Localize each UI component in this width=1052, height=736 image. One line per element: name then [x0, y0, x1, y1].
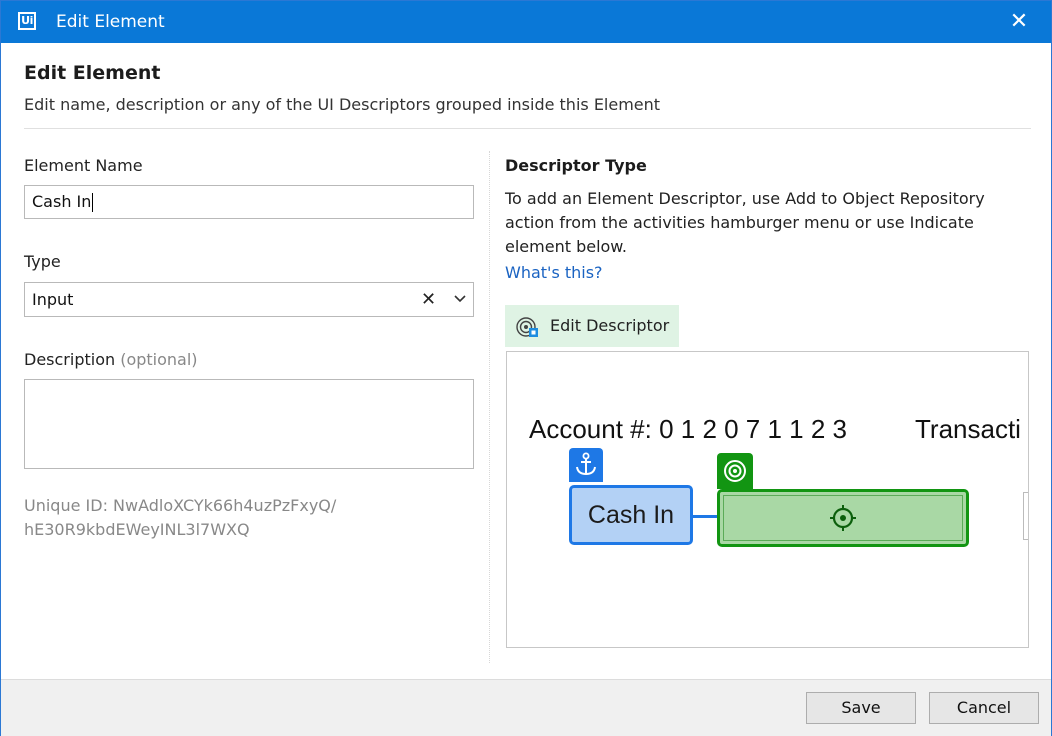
preview-edge-fragment [1023, 492, 1028, 540]
element-name-label: Element Name [24, 156, 143, 175]
column-divider [489, 151, 491, 663]
element-name-input[interactable]: Cash In [24, 185, 474, 219]
descriptor-type-title: Descriptor Type [505, 156, 647, 175]
anchor-element-box[interactable]: Cash In [569, 485, 693, 545]
anchor-connector [693, 515, 717, 518]
preview-background-text-right: Transacti [915, 414, 1021, 444]
uipath-logo-icon: Ui [18, 12, 36, 30]
edit-descriptor-label: Edit Descriptor [550, 316, 670, 335]
page-title: Edit Element [24, 62, 161, 84]
type-selected-value: Input [32, 290, 74, 309]
description-label-text: Description [24, 350, 116, 369]
descriptor-preview: Account #: 0 1 2 0 7 1 1 2 3 Transacti C… [506, 351, 1029, 648]
save-button[interactable]: Save [806, 692, 916, 724]
target-element-box[interactable] [717, 489, 969, 547]
whats-this-link[interactable]: What's this? [505, 263, 603, 282]
anchor-element-label: Cash In [587, 501, 675, 529]
description-optional-hint: (optional) [120, 350, 198, 369]
preview-background-text-left: Account #: 0 1 2 0 7 1 1 2 3 [529, 414, 848, 444]
page-subtitle: Edit name, description or any of the UI … [24, 95, 661, 114]
header-divider [24, 128, 1031, 129]
clear-icon[interactable]: ✕ [421, 283, 436, 316]
crosshair-icon [830, 505, 856, 531]
cancel-button[interactable]: Cancel [929, 692, 1039, 724]
window-title: Edit Element [56, 12, 165, 32]
dialog-footer: Save Cancel [1, 679, 1051, 736]
target-icon [724, 460, 746, 482]
edit-element-dialog: Ui Edit Element ✕ Edit Element Edit name… [0, 0, 1052, 736]
text-caret [92, 193, 94, 212]
anchor-tab [569, 448, 603, 482]
type-select[interactable]: Input ✕ [24, 282, 474, 317]
description-textarea[interactable] [24, 379, 474, 469]
descriptor-type-description: To add an Element Descriptor, use Add to… [505, 189, 985, 256]
description-label: Description (optional) [24, 350, 198, 369]
unique-id-line-2: hE30R9kbdEWeyINL3l7WXQ [24, 520, 250, 539]
target-tab [717, 453, 753, 489]
anchor-icon [576, 452, 596, 476]
chevron-down-icon[interactable] [453, 289, 467, 309]
title-bar: Ui Edit Element ✕ [1, 1, 1051, 43]
unique-id-text: Unique ID: NwAdloXCYk66h4uzPzFxyQ/ hE30R… [24, 494, 444, 542]
type-label: Type [24, 252, 61, 271]
element-name-value: Cash In [32, 192, 92, 211]
target-descriptor-icon [516, 317, 538, 337]
close-icon[interactable]: ✕ [1002, 5, 1036, 39]
unique-id-line-1: Unique ID: NwAdloXCYk66h4uzPzFxyQ/ [24, 496, 337, 515]
edit-descriptor-button[interactable]: Edit Descriptor [505, 305, 679, 347]
